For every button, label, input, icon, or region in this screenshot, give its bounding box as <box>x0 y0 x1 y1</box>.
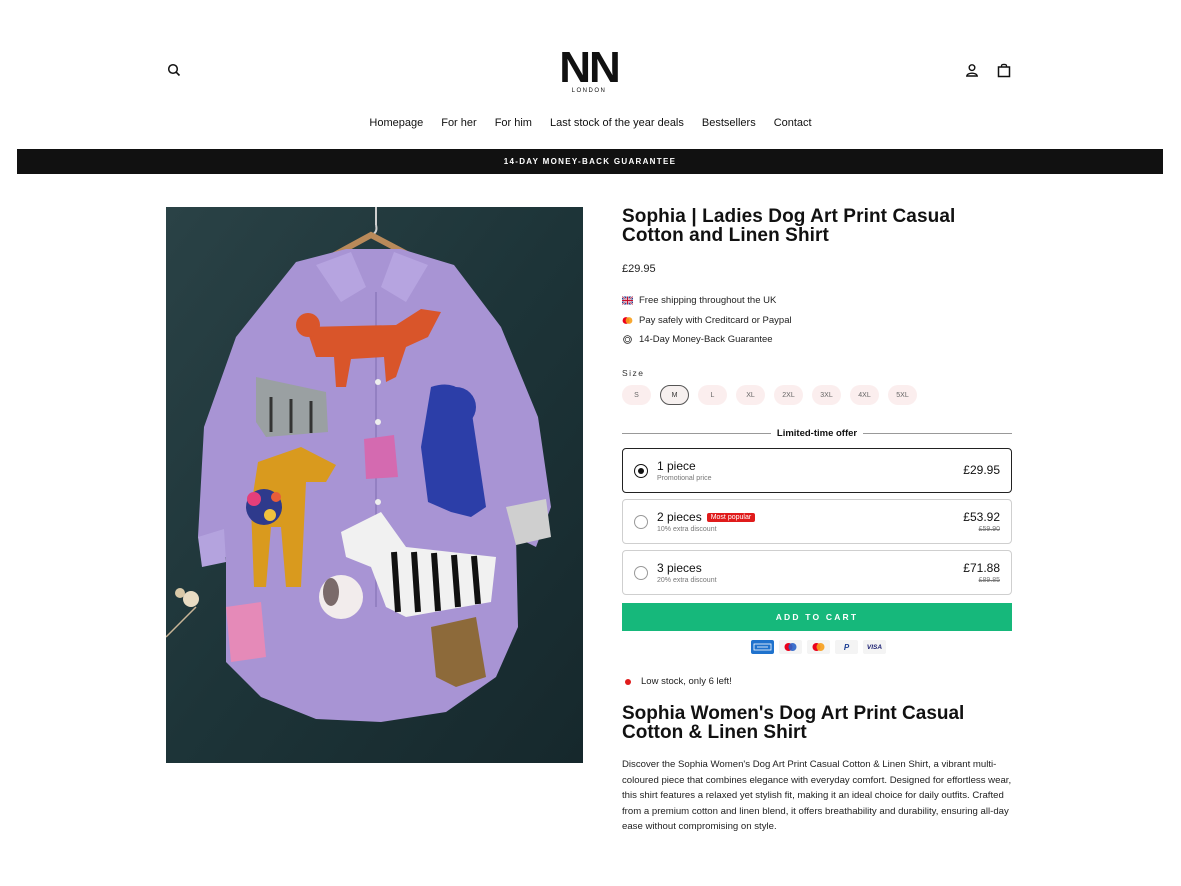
bundle-title-row: 2 pieces Most popular <box>657 510 756 524</box>
bundle-old-price: £89.85 <box>978 577 1000 584</box>
paypal-mark: P <box>843 642 850 652</box>
size-option-4xl[interactable]: 4XL <box>850 385 879 405</box>
size-option-m[interactable]: M <box>660 385 689 405</box>
mastercard-icon <box>807 640 830 654</box>
banner-text: 14-DAY MONEY-BACK GUARANTEE <box>503 157 677 166</box>
divider-line <box>622 432 771 434</box>
perk-label: 14-Day Money-Back Guarantee <box>639 334 773 345</box>
logo-text: NN <box>559 43 621 92</box>
low-stock-notice: Low stock, only 6 left! <box>622 676 732 687</box>
stock-text: Low stock, only 6 left! <box>641 676 732 687</box>
most-popular-badge: Most popular <box>706 513 756 522</box>
nav-item-for-him[interactable]: For him <box>495 117 532 129</box>
visa-icon: VISA <box>863 640 886 654</box>
amex-icon <box>751 640 774 654</box>
bundle-option-2-pieces[interactable]: 2 pieces Most popular 10% extra discount … <box>622 499 1012 544</box>
uk-flag-icon <box>622 296 633 305</box>
paypal-icon: P <box>835 640 858 654</box>
size-label: Size <box>622 368 645 378</box>
bundle-price: £29.95 <box>963 463 1000 477</box>
radio-button[interactable] <box>634 566 648 580</box>
bundle-title: 2 pieces <box>657 510 702 524</box>
size-option-xl[interactable]: XL <box>736 385 765 405</box>
divider-line <box>863 432 1013 434</box>
bundle-title: 1 piece <box>657 459 696 473</box>
size-option-2xl[interactable]: 2XL <box>774 385 803 405</box>
mastercard-icon <box>622 317 633 324</box>
product-price: £29.95 <box>622 263 656 275</box>
bundle-subtitle: 10% extra discount <box>657 526 717 533</box>
bundle-subtitle: 20% extra discount <box>657 577 717 584</box>
search-icon[interactable] <box>163 59 185 81</box>
guarantee-badge-icon <box>623 335 632 344</box>
site-logo[interactable]: NN LONDON <box>552 43 626 95</box>
cart-icon[interactable] <box>993 59 1015 81</box>
size-option-5xl[interactable]: 5XL <box>888 385 917 405</box>
announcement-banner: 14-DAY MONEY-BACK GUARANTEE <box>17 149 1163 174</box>
perk-label: Pay safely with Creditcard or Paypal <box>639 315 792 326</box>
product-info: Sophia | Ladies Dog Art Print Casual Cot… <box>622 206 1014 832</box>
nav-item-homepage[interactable]: Homepage <box>369 117 423 129</box>
size-option-l[interactable]: L <box>698 385 727 405</box>
perk-money-back: 14-Day Money-Back Guarantee <box>622 334 773 345</box>
bundle-title: 3 pieces <box>657 561 702 575</box>
visa-mark: VISA <box>866 643 883 651</box>
payment-methods: P VISA <box>751 640 886 654</box>
offer-heading: Limited-time offer <box>776 427 858 439</box>
size-option-3xl[interactable]: 3XL <box>812 385 841 405</box>
main-nav: Homepage For her For him Last stock of t… <box>0 117 1181 129</box>
nav-item-for-her[interactable]: For her <box>441 117 476 129</box>
radio-button[interactable] <box>634 515 648 529</box>
perk-label: Free shipping throughout the UK <box>639 295 777 306</box>
nav-item-contact[interactable]: Contact <box>774 117 812 129</box>
bundle-old-price: £59.90 <box>978 526 1000 533</box>
size-option-s[interactable]: S <box>622 385 651 405</box>
add-to-cart-button[interactable]: ADD TO CART <box>622 603 1012 631</box>
account-icon[interactable] <box>961 59 983 81</box>
bundle-price: £53.92 <box>963 510 1000 524</box>
bundle-subtitle: Promotional price <box>657 475 712 482</box>
nav-item-last-stock-deals[interactable]: Last stock of the year deals <box>550 117 684 129</box>
shirt-illustration <box>166 207 583 763</box>
product-title: Sophia | Ladies Dog Art Print Casual Cot… <box>622 206 956 246</box>
maestro-icon <box>779 640 802 654</box>
offer-divider: Limited-time offer <box>622 427 1013 439</box>
perk-secure-payment: Pay safely with Creditcard or Paypal <box>622 315 792 326</box>
bundle-price: £71.88 <box>963 561 1000 575</box>
site-header: NN LONDON Homepage For her For him Last … <box>0 0 1181 129</box>
perk-free-shipping: Free shipping throughout the UK <box>622 295 776 306</box>
product-image[interactable] <box>166 207 583 763</box>
bundle-option-1-piece[interactable]: 1 piece Promotional price £29.95 <box>622 448 1012 493</box>
nav-item-bestsellers[interactable]: Bestsellers <box>702 117 756 129</box>
size-selector: S M L XL 2XL 3XL 4XL 5XL <box>622 385 917 405</box>
product-description: Discover the Sophia Women's Dog Art Prin… <box>622 759 1012 832</box>
description-title: Sophia Women's Dog Art Print Casual Cott… <box>622 703 965 743</box>
radio-button[interactable] <box>634 464 648 478</box>
stock-dot-icon <box>625 678 631 685</box>
bundle-option-3-pieces[interactable]: 3 pieces 20% extra discount £71.88 £89.8… <box>622 550 1012 595</box>
